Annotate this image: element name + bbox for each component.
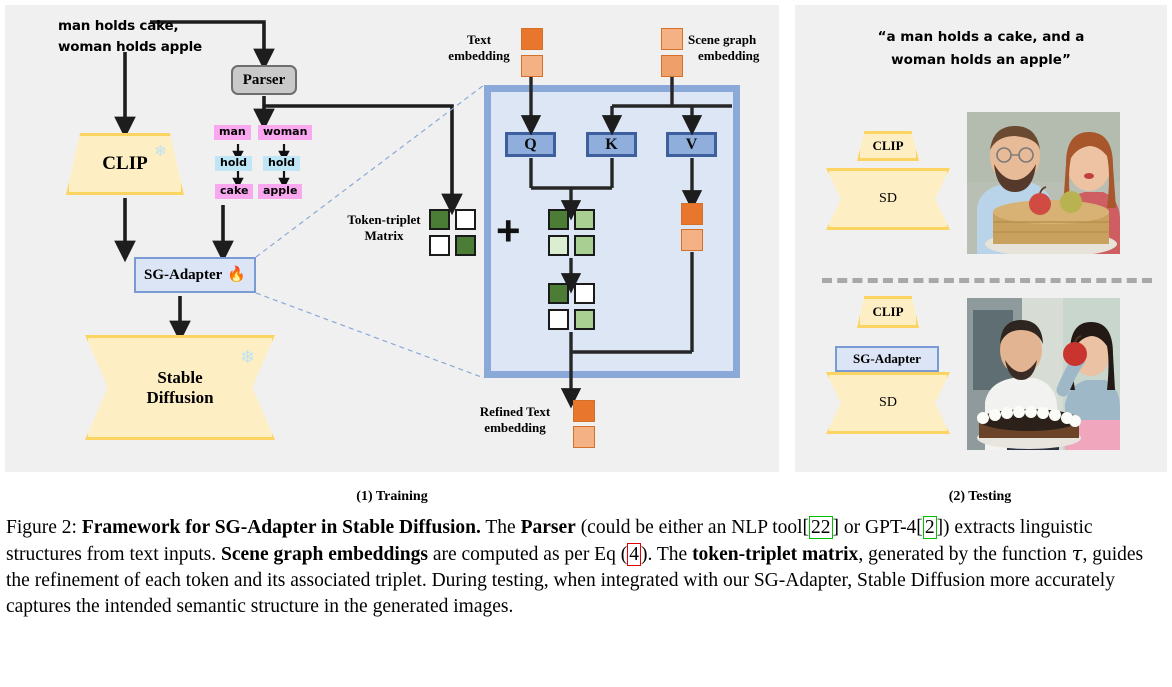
scene-graph-embedding-label-line1: Scene graph <box>688 32 757 47</box>
caption-t7: , generated by the function <box>858 543 1072 565</box>
clip-label: CLIP <box>102 153 148 174</box>
caption-bold-2: Parser <box>520 517 576 538</box>
sg-adapter-block-training[interactable]: SG-Adapter 🔥 <box>134 257 256 293</box>
plus-operator: + <box>496 207 521 254</box>
sg-node-subject-2: woman <box>258 125 313 140</box>
sg-node-subject-1: man <box>214 125 251 140</box>
testing-prompt-line2: woman holds an apple” <box>891 51 1071 68</box>
refined-embedding-square-light <box>573 426 595 448</box>
snowflake-icon: ❄ <box>154 144 167 160</box>
attention-cell-1-0 <box>548 235 569 256</box>
sg-node-object-1: cake <box>215 184 254 199</box>
training-prompt-line1: man holds cake, <box>58 18 179 34</box>
value-block[interactable]: V <box>666 132 717 157</box>
refined-embedding-square-dark <box>573 400 595 422</box>
caption-t2: (could be either an NLP tool[ <box>575 517 810 538</box>
refined-cell-0-0 <box>548 283 569 304</box>
training-prompt: man holds cake, woman holds apple <box>58 16 278 58</box>
value-square-light <box>681 229 703 251</box>
figure-caption: Figure 2: Framework for SG-Adapter in St… <box>6 515 1166 620</box>
token-triplet-cell-0-0 <box>429 209 450 230</box>
ours-photo-illustration <box>967 298 1120 450</box>
token-triplet-cell-1-1 <box>455 235 476 256</box>
key-block[interactable]: K <box>586 132 637 157</box>
training-prompt-line2: woman holds apple <box>58 38 202 55</box>
stable-diffusion-line2: Diffusion <box>146 387 214 407</box>
caption-t3: ] or GPT-4[ <box>832 517 923 538</box>
attention-cell-0-1 <box>574 209 595 230</box>
refined-text-embedding-label: Refined Text embedding <box>462 404 568 437</box>
scene-graph-embedding-square-light <box>661 28 683 50</box>
sd-block-testing-ours[interactable]: SD <box>826 372 950 434</box>
clip-encoder-testing-ours[interactable]: CLIP <box>857 296 919 328</box>
subcaption-training: (1) Training <box>356 489 428 504</box>
caption-prefix: Figure 2: <box>6 517 82 538</box>
subcaption-testing: (2) Testing <box>948 489 1012 504</box>
text-embedding-label-line1: Text <box>466 32 492 47</box>
attention-cell-1-1 <box>574 235 595 256</box>
sg-adapter-label: SG-Adapter <box>853 351 921 366</box>
attention-cell-0-0 <box>548 209 569 230</box>
text-embedding-square-dark <box>521 28 543 50</box>
tau-symbol: τ <box>1071 541 1083 565</box>
flame-icon: 🔥 <box>227 266 247 283</box>
scene-graph-embedding-label-line2: embedding <box>698 48 760 64</box>
snowflake-icon: ❄ <box>240 347 256 367</box>
sg-node-relation-1: hold <box>215 156 253 171</box>
sd-label: SD <box>879 191 897 206</box>
key-label: K <box>605 135 618 153</box>
text-embedding-label: Text embedding <box>443 32 515 65</box>
sd-label: SD <box>879 395 897 410</box>
sg-adapter-label: SG-Adapter <box>143 266 223 283</box>
caption-t1: The <box>480 517 521 538</box>
stable-diffusion-line1: Stable <box>157 367 203 387</box>
scene-graph-embedding-square-dark <box>661 55 683 77</box>
caption-bold-1: Framework for SG-Adapter in Stable Diffu… <box>81 517 481 538</box>
clip-encoder-testing-baseline[interactable]: CLIP <box>857 131 919 161</box>
stable-diffusion-label: Stable Diffusion <box>146 368 213 407</box>
clip-encoder-training[interactable]: CLIP <box>66 133 184 195</box>
token-triplet-cell-1-0 <box>429 235 450 256</box>
token-triplet-matrix-label: Token-triplet Matrix <box>328 212 440 245</box>
testing-prompt-line1: “a man holds a cake, and a <box>877 29 1085 45</box>
value-label: V <box>685 135 698 153</box>
refined-label-line2: embedding <box>484 420 546 436</box>
figure-graphic: man holds cake, woman holds apple Parser… <box>0 0 1172 504</box>
testing-prompt: “a man holds a cake, and a woman holds a… <box>820 26 1142 72</box>
text-embedding-square-light <box>521 55 543 77</box>
caption-bold-3: Scene graph embeddings <box>221 543 428 565</box>
parser-box[interactable]: Parser <box>231 65 297 95</box>
parser-label: Parser <box>242 71 286 88</box>
caption-bold-4: token-triplet matrix <box>692 543 859 565</box>
sg-adapter-block-testing[interactable]: SG-Adapter <box>835 346 939 372</box>
scene-graph-embedding-label: Scene graph embedding <box>688 32 784 65</box>
citation-link-2[interactable]: 2 <box>922 516 937 539</box>
testing-divider <box>822 278 1152 283</box>
equation-link-4[interactable]: 4 <box>627 542 641 566</box>
citation-link-22[interactable]: 22 <box>809 516 833 539</box>
query-label: Q <box>524 135 537 153</box>
value-square-dark <box>681 203 703 225</box>
caption-t6: ). The <box>640 543 693 565</box>
query-block[interactable]: Q <box>505 132 556 157</box>
text-embedding-label-line2: embedding <box>448 48 510 64</box>
token-triplet-label-line2: Matrix <box>364 228 404 244</box>
refined-label-line1: Refined Text <box>479 404 551 419</box>
refined-cell-1-1 <box>574 309 595 330</box>
generated-image-ours <box>967 298 1120 450</box>
clip-label: CLIP <box>872 304 904 319</box>
baseline-photo-illustration <box>967 112 1120 254</box>
refined-cell-1-0 <box>548 309 569 330</box>
sg-node-object-2: apple <box>258 184 303 199</box>
generated-image-baseline <box>967 112 1120 254</box>
clip-label: CLIP <box>872 138 904 153</box>
token-triplet-label-line1: Token-triplet <box>347 212 421 227</box>
sd-block-testing-baseline[interactable]: SD <box>826 168 950 230</box>
sg-node-relation-2: hold <box>263 156 301 171</box>
caption-t5: are computed as per Eq ( <box>427 543 628 565</box>
token-triplet-cell-0-1 <box>455 209 476 230</box>
refined-cell-0-1 <box>574 283 595 304</box>
